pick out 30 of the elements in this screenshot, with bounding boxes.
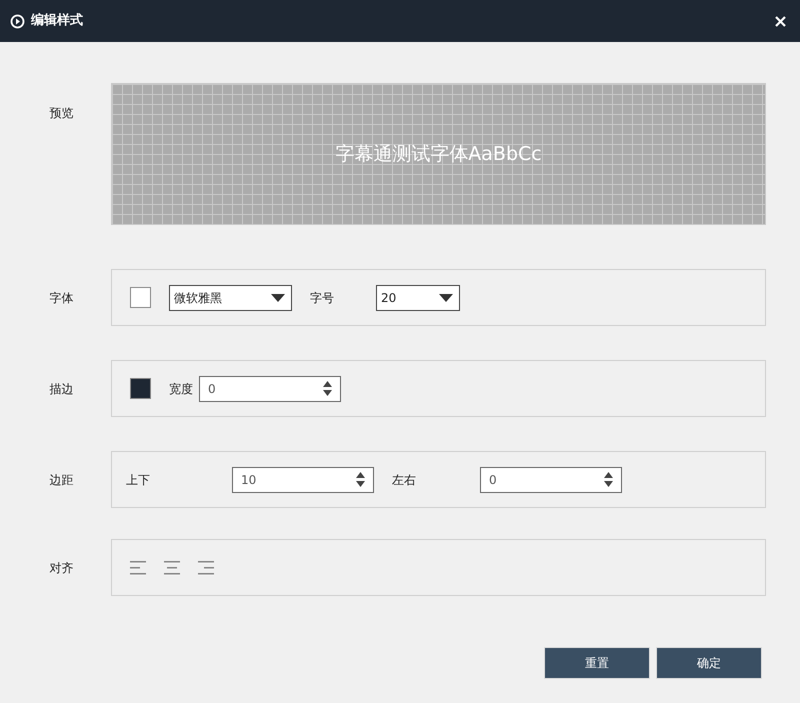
number-field[interactable]: 0 [480, 466, 622, 492]
dropdown[interactable]: 20 [376, 284, 460, 310]
close-icon [775, 16, 786, 26]
play-icon [10, 14, 25, 28]
number-field[interactable]: 10 [232, 466, 374, 492]
field-label: 对齐 [50, 560, 74, 576]
dialog-button[interactable]: 重置 [544, 647, 650, 679]
align-left-icon[interactable] [130, 560, 146, 574]
field-label: 字体 [50, 290, 74, 306]
spinner-icon[interactable] [323, 381, 332, 396]
caret-icon [271, 294, 285, 302]
field-label: 左右 [392, 472, 417, 488]
color-swatch[interactable] [130, 378, 151, 399]
dialog-button[interactable]: 确定 [656, 647, 762, 679]
color-swatch[interactable] [130, 287, 151, 308]
field-label: 描边 [50, 380, 74, 398]
preview-text: 字幕通测试字体AaBbCc [335, 142, 542, 167]
caret-icon [439, 294, 453, 302]
field-label: 边距 [50, 472, 74, 488]
window-title: 编辑样式 [31, 12, 83, 30]
align-center-icon[interactable] [164, 560, 180, 574]
field-label: 宽度 [169, 380, 193, 398]
field-label: 预览 [50, 106, 74, 120]
align-right-icon[interactable] [198, 560, 214, 574]
number-field[interactable]: 0 [199, 376, 341, 402]
field-label: 字号 [310, 290, 334, 306]
dropdown[interactable]: 微软雅黑 [169, 284, 292, 310]
field-label: 上下 [126, 472, 151, 488]
spinner-icon[interactable] [356, 472, 365, 487]
spinner-icon[interactable] [604, 472, 613, 487]
